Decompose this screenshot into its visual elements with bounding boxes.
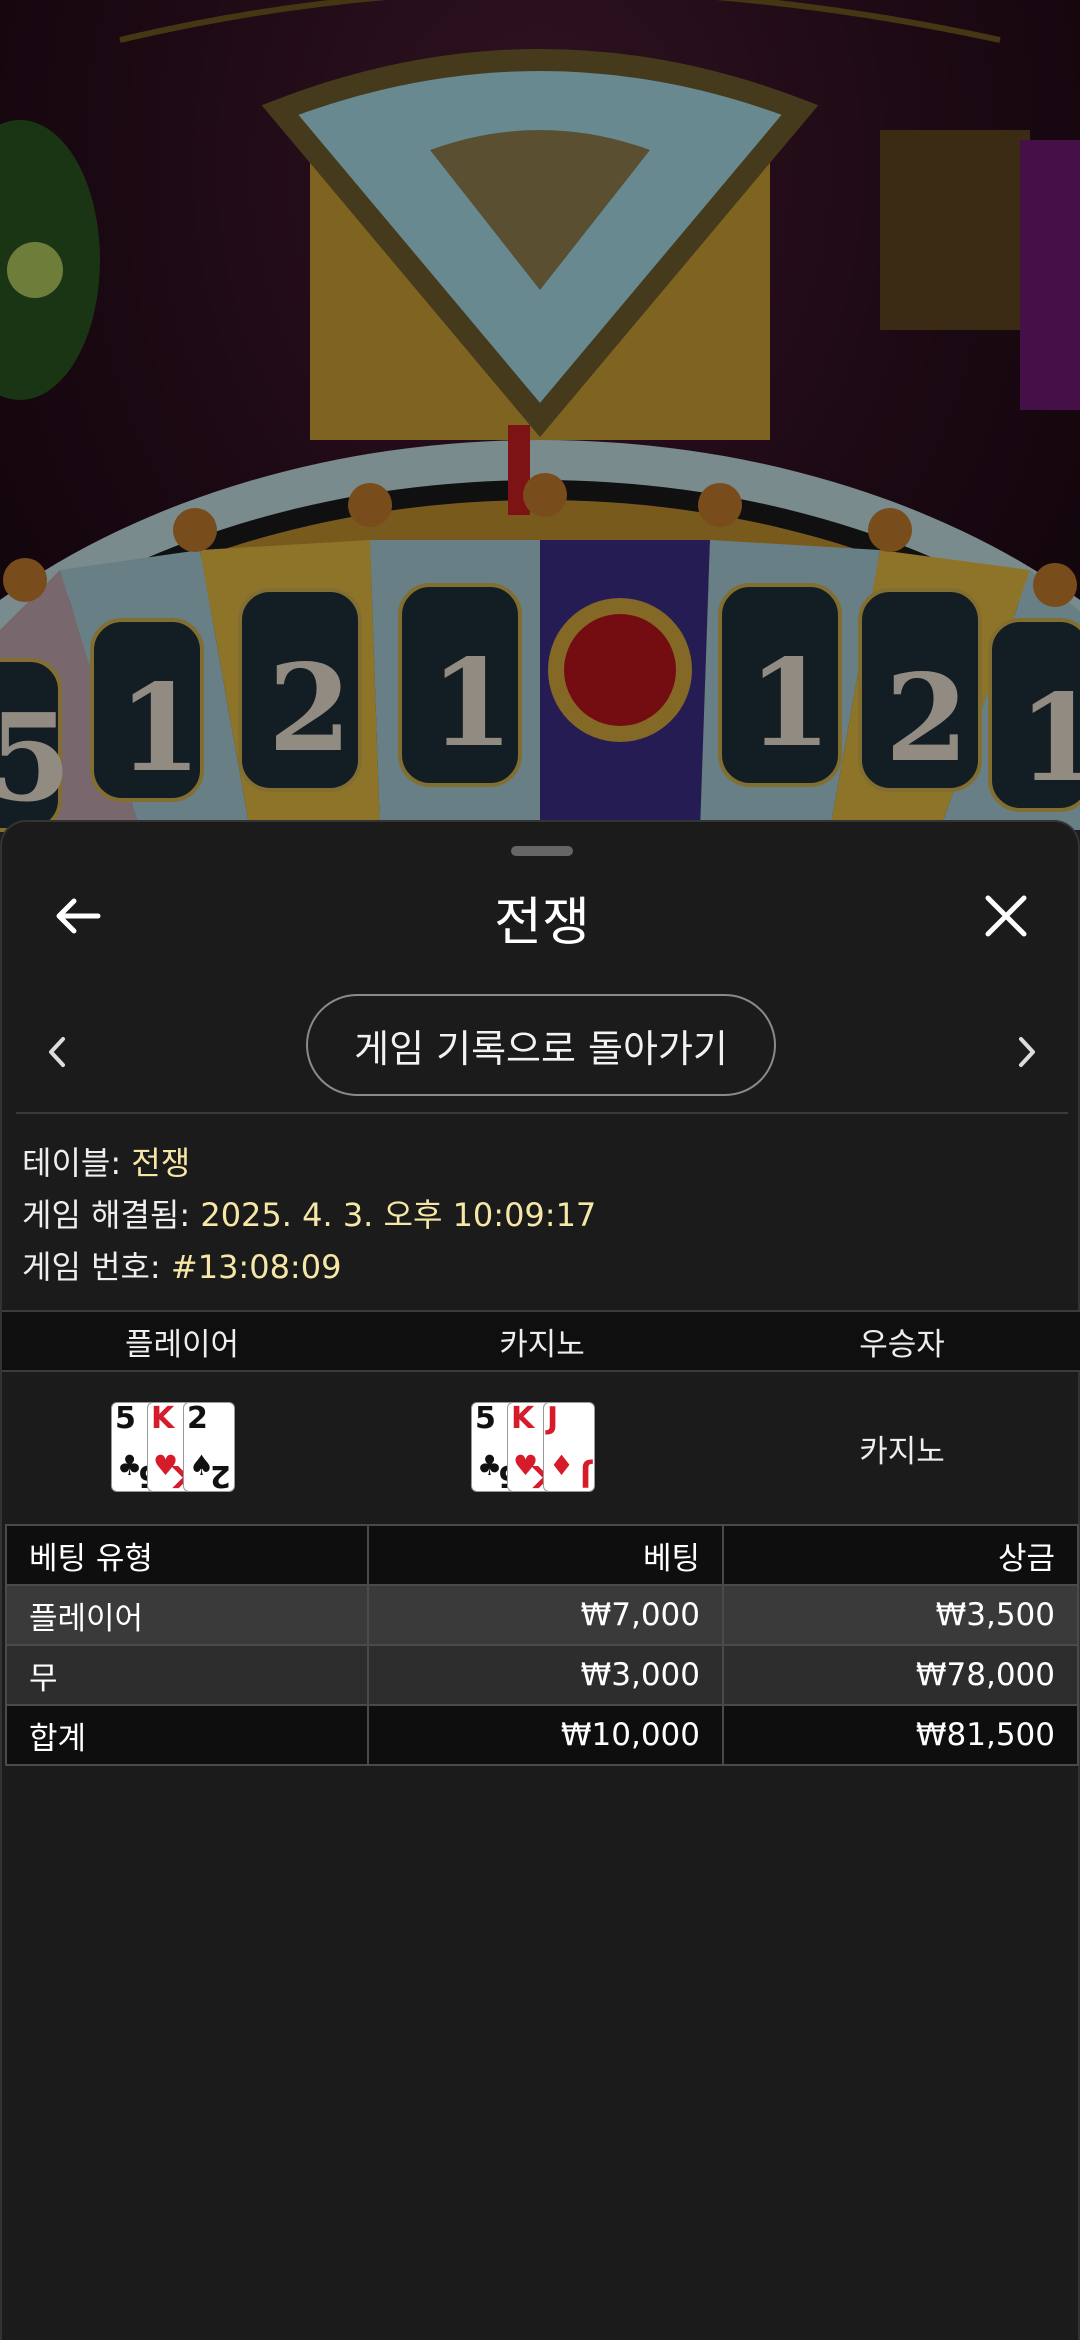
table-row: 플레이어 ₩7,000 ₩3,500 [5,1584,1079,1646]
divider [16,1112,1068,1114]
card-rank: 5 [475,1401,496,1436]
card-rank-inverted: J [579,1458,591,1493]
bet-type-header: 베팅 유형 [5,1524,369,1586]
table-info: 테이블: 전쟁 [22,1138,190,1184]
bet-table: 베팅 유형 베팅 상금 플레이어 ₩7,000 ₩3,500 무 ₩3,000 … [5,1524,1079,1766]
card-rank: 2 [187,1401,208,1436]
game-history-sheet: 전쟁 게임 기록으로 돌아가기 테이블: 전쟁 게임 해결됨: 2025. 4.… [0,820,1080,2340]
casino-cards-cell: 5♣5K♥KJ♦J [362,1372,722,1524]
game-number-value: #13:08:09 [170,1248,342,1286]
table-row: 무 ₩3,000 ₩78,000 [5,1644,1079,1706]
winner-column-header: 우승자 [859,1326,945,1363]
bet-type-cell: 플레이어 [5,1584,369,1646]
total-payout-cell: ₩81,500 [722,1704,1079,1766]
total-bet-cell: ₩10,000 [367,1704,724,1766]
bet-amount-header: 베팅 [367,1524,724,1586]
total-label-cell: 합계 [5,1704,369,1766]
bet-type-cell: 무 [5,1644,369,1706]
close-button[interactable] [974,884,1038,948]
table-value: 전쟁 [131,1144,191,1182]
table-label: 테이블: [22,1144,132,1182]
resolved-value: 2025. 4. 3. 오후 10:09:17 [200,1196,597,1234]
bet-table-header: 베팅 유형 베팅 상금 [5,1524,1079,1586]
chevron-right-icon [1019,1037,1035,1067]
playing-card: 2 ♠ 2 [184,1401,234,1493]
card-rank: K [511,1401,535,1436]
card-rank: K [151,1401,175,1436]
chevron-left-icon [49,1037,65,1067]
game-background-scene: 1 2 1 1 2 1 5 [0,0,1080,840]
player-column-header: 플레이어 [124,1326,240,1363]
total-row: 합계 ₩10,000 ₩81,500 [5,1704,1079,1766]
result-row: 5♣5K♥K2♠2 5♣5K♥KJ♦J 카지노 [2,1372,1080,1524]
card-rank: J [547,1401,559,1436]
card-rank: 5 [115,1401,136,1436]
next-game-button[interactable] [1002,1022,1052,1082]
sheet-drag-handle[interactable] [511,846,573,856]
winner-cell: 카지노 [722,1372,1080,1524]
result-table-header: 플레이어 카지노 우승자 [2,1310,1080,1372]
back-to-history-button[interactable]: 게임 기록으로 돌아가기 [306,994,776,1096]
payout-cell: ₩3,500 [722,1584,1079,1646]
bet-amount-cell: ₩3,000 [367,1644,724,1706]
scene-dim-overlay [0,0,1080,840]
close-icon [985,895,1027,937]
resolved-label: 게임 해결됨: [22,1196,201,1234]
casino-cards: 5♣5K♥KJ♦J [472,1401,612,1493]
payout-header: 상금 [722,1524,1079,1586]
game-number-label: 게임 번호: [22,1248,171,1286]
winner-value: 카지노 [859,1433,945,1470]
bet-amount-cell: ₩7,000 [367,1584,724,1646]
casino-column-header: 카지노 [499,1326,585,1363]
card-suit-icon: ♦ [549,1449,575,1482]
previous-game-button[interactable] [32,1022,82,1082]
resolved-info: 게임 해결됨: 2025. 4. 3. 오후 10:09:17 [22,1190,596,1236]
player-cards: 5♣5K♥K2♠2 [112,1401,252,1493]
card-rank-inverted: 2 [210,1458,231,1493]
game-number-info: 게임 번호: #13:08:09 [22,1242,341,1288]
page-title: 전쟁 [494,893,590,953]
payout-cell: ₩78,000 [722,1644,1079,1706]
player-cards-cell: 5♣5K♥K2♠2 [2,1372,362,1524]
playing-card: J ♦ J [544,1401,594,1493]
